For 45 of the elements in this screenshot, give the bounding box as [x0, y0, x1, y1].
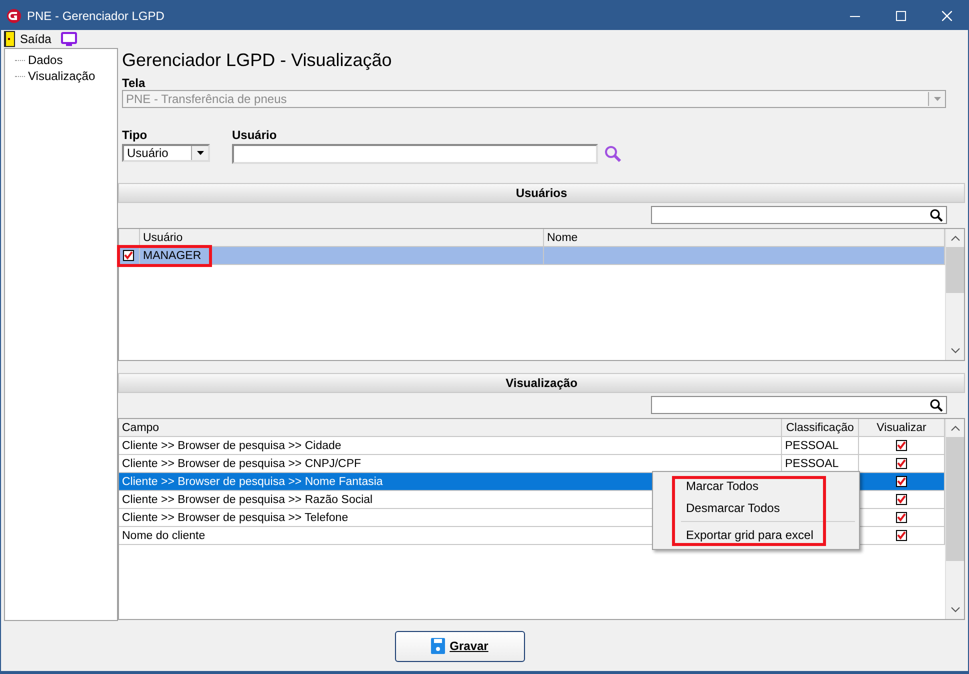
- monitor-icon[interactable]: [61, 32, 78, 46]
- field-label: Tela: [122, 77, 146, 90]
- column-header[interactable]: Campo: [119, 419, 782, 436]
- page-heading: Gerenciador LGPD - Visualização: [122, 49, 393, 72]
- user-input-field[interactable]: [232, 144, 598, 164]
- exit-button[interactable]: Saída: [4, 31, 52, 47]
- search-icon[interactable]: [930, 398, 943, 412]
- dropdown-button[interactable]: [191, 146, 208, 160]
- maximize-icon[interactable]: [896, 10, 906, 20]
- tree-item[interactable]: Visualização: [28, 69, 96, 83]
- table-row[interactable]: MANAGER: [119, 247, 945, 265]
- window-title: PNE - Gerenciador LGPD: [27, 8, 166, 22]
- section-header: Usuários: [118, 183, 965, 203]
- field-label: Tipo: [122, 129, 148, 142]
- checkbox[interactable]: [896, 512, 907, 523]
- close-icon[interactable]: [942, 10, 952, 20]
- checkbox[interactable]: [896, 458, 907, 469]
- scroll-down-icon[interactable]: [950, 348, 960, 354]
- caret-icon[interactable]: [196, 151, 204, 155]
- scroll-down-icon[interactable]: [950, 607, 960, 613]
- scrollbar[interactable]: [945, 229, 964, 360]
- scroll-thumb[interactable]: [946, 437, 964, 561]
- search-field[interactable]: [651, 206, 947, 224]
- field-label: Usuário: [232, 129, 278, 142]
- type-dropdown[interactable]: Usuário: [122, 144, 210, 162]
- menu-item[interactable]: Exportar grid para excel: [653, 524, 859, 546]
- column-header[interactable]: Classificação: [782, 419, 859, 436]
- scroll-thumb[interactable]: [946, 247, 964, 293]
- scroll-up-icon[interactable]: [950, 235, 960, 241]
- app-logo-icon[interactable]: [6, 8, 22, 24]
- checkbox[interactable]: [896, 494, 907, 505]
- table-row[interactable]: Cliente >> Browser de pesquisa >> Cidade PESSOAL: [119, 437, 945, 455]
- scroll-up-icon[interactable]: [950, 425, 960, 431]
- scrollbar[interactable]: [945, 419, 964, 619]
- door-icon[interactable]: [4, 31, 15, 47]
- save-button[interactable]: Gravar: [394, 630, 524, 662]
- column-header[interactable]: Usuário: [140, 229, 544, 246]
- checkbox[interactable]: [123, 250, 134, 261]
- search-field[interactable]: [651, 396, 947, 414]
- checkbox[interactable]: [896, 530, 907, 541]
- checkbox[interactable]: [896, 476, 907, 487]
- section-header: Visualização: [118, 373, 965, 393]
- checkbox[interactable]: [896, 440, 907, 451]
- search-icon[interactable]: [930, 208, 943, 222]
- tree-item[interactable]: Dados: [28, 53, 63, 67]
